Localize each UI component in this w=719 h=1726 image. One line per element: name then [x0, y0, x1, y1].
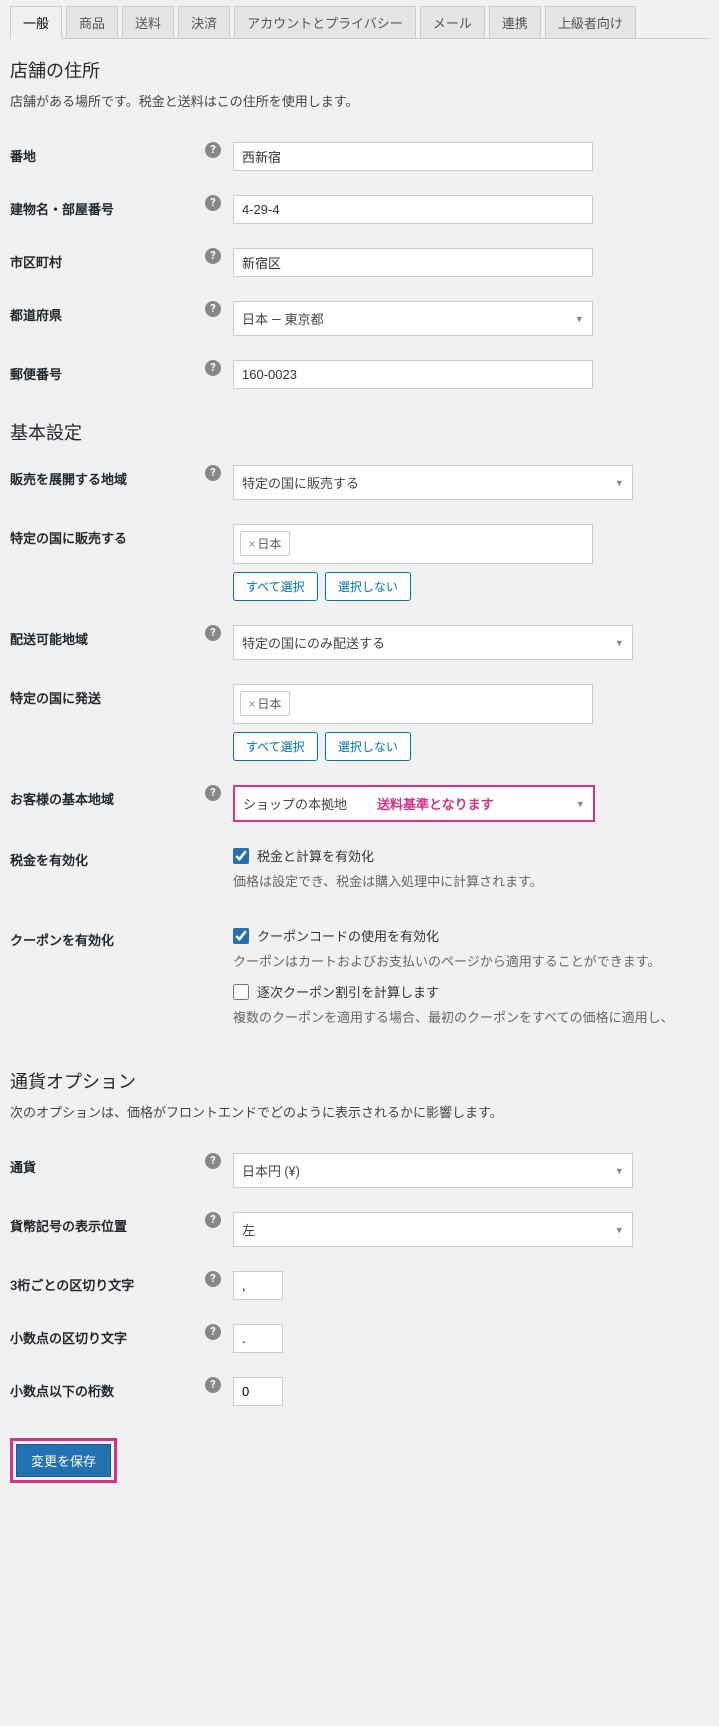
- select-none-button[interactable]: 選択しない: [325, 732, 411, 761]
- help-icon[interactable]: ?: [205, 1324, 221, 1340]
- thousand-separator-input[interactable]: [233, 1271, 283, 1300]
- label-postcode: 郵便番号: [10, 348, 205, 401]
- section-title-general: 基本設定: [10, 419, 709, 445]
- tab-emails[interactable]: メール: [420, 6, 485, 38]
- help-icon[interactable]: ?: [205, 248, 221, 264]
- sell-countries-box[interactable]: ×日本: [233, 524, 593, 564]
- tab-accounts[interactable]: アカウントとプライバシー: [234, 6, 416, 38]
- select-all-button[interactable]: すべて選択: [233, 572, 318, 601]
- ship-countries-box[interactable]: ×日本: [233, 684, 593, 724]
- label-decimal-sep: 小数点の区切り文字: [10, 1312, 205, 1365]
- label-sell-countries: 特定の国に販売する: [10, 512, 205, 613]
- shipping-locations-select[interactable]: 特定の国にのみ配送する: [233, 625, 633, 660]
- label-currency: 通貨: [10, 1141, 205, 1200]
- help-icon[interactable]: ?: [205, 1153, 221, 1169]
- help-icon[interactable]: ?: [205, 301, 221, 317]
- label-num-decimals: 小数点以下の桁数: [10, 1365, 205, 1418]
- coupon-help-text: クーポンはカートおよびお支払いのページから適用することができます。: [233, 951, 709, 970]
- tax-help-text: 価格は設定でき、税金は購入処理中に計算されます。: [233, 871, 709, 890]
- enable-tax-checkbox[interactable]: [233, 848, 249, 864]
- label-state: 都道府県: [10, 289, 205, 348]
- sequential-coupons-checkbox[interactable]: [233, 984, 249, 1000]
- save-button[interactable]: 変更を保存: [16, 1444, 111, 1477]
- address-line2-input[interactable]: [233, 195, 593, 224]
- seq-help-text: 複数のクーポンを適用する場合、最初のクーポンをすべての価格に適用し、: [233, 1007, 709, 1026]
- help-icon[interactable]: ?: [205, 625, 221, 641]
- label-ship-countries: 特定の国に発送: [10, 672, 205, 773]
- address-desc: 店舗がある場所です。税金と送料はこの住所を使用します。: [10, 91, 709, 110]
- selling-locations-select[interactable]: 特定の国に販売する: [233, 465, 633, 500]
- decimal-separator-input[interactable]: [233, 1324, 283, 1353]
- help-icon[interactable]: ?: [205, 360, 221, 376]
- select-all-button[interactable]: すべて選択: [233, 732, 318, 761]
- label-enable-coupons: クーポンを有効化: [10, 914, 205, 1050]
- help-icon[interactable]: ?: [205, 465, 221, 481]
- help-icon[interactable]: ?: [205, 1377, 221, 1393]
- help-icon[interactable]: ?: [205, 142, 221, 158]
- postcode-input[interactable]: [233, 360, 593, 389]
- enable-coupons-label: クーポンコードの使用を有効化: [257, 926, 439, 945]
- help-icon[interactable]: ?: [205, 785, 221, 801]
- tab-products[interactable]: 商品: [66, 6, 118, 38]
- nav-tabs: 一般 商品 送料 決済 アカウントとプライバシー メール 連携 上級者向け: [10, 0, 709, 39]
- annotation-text: 送料基準となります: [377, 794, 494, 813]
- tab-advanced[interactable]: 上級者向け: [545, 6, 636, 38]
- help-icon[interactable]: ?: [205, 1212, 221, 1228]
- tab-integration[interactable]: 連携: [489, 6, 541, 38]
- select-none-button[interactable]: 選択しない: [325, 572, 411, 601]
- label-address1: 番地: [10, 130, 205, 183]
- label-thousand-sep: 3桁ごとの区切り文字: [10, 1259, 205, 1312]
- tab-shipping[interactable]: 送料: [122, 6, 174, 38]
- currency-desc: 次のオプションは、価格がフロントエンドでどのように表示されるかに影響します。: [10, 1102, 709, 1121]
- label-currency-position: 貨幣記号の表示位置: [10, 1200, 205, 1259]
- label-shipping-locations: 配送可能地域: [10, 613, 205, 672]
- enable-coupons-checkbox[interactable]: [233, 928, 249, 944]
- help-icon[interactable]: ?: [205, 195, 221, 211]
- num-decimals-input[interactable]: [233, 1377, 283, 1406]
- help-icon[interactable]: ?: [205, 1271, 221, 1287]
- label-selling-locations: 販売を展開する地域: [10, 453, 205, 512]
- currency-select[interactable]: 日本円 (¥): [233, 1153, 633, 1188]
- label-address2: 建物名・部屋番号: [10, 183, 205, 236]
- tab-payments[interactable]: 決済: [178, 6, 230, 38]
- label-city: 市区町村: [10, 236, 205, 289]
- section-title-currency: 通貨オプション: [10, 1068, 709, 1094]
- label-default-location: お客様の基本地域: [10, 773, 205, 834]
- enable-tax-label: 税金と計算を有効化: [257, 846, 374, 865]
- state-select[interactable]: 日本 — 東京都: [233, 301, 593, 336]
- country-tag[interactable]: ×日本: [240, 691, 290, 716]
- currency-position-select[interactable]: 左: [233, 1212, 633, 1247]
- city-input[interactable]: [233, 248, 593, 277]
- sequential-coupons-label: 逐次クーポン割引を計算します: [257, 982, 439, 1001]
- tab-general[interactable]: 一般: [10, 6, 62, 39]
- remove-tag-icon[interactable]: ×: [249, 697, 255, 711]
- remove-tag-icon[interactable]: ×: [249, 537, 255, 551]
- country-tag[interactable]: ×日本: [240, 531, 290, 556]
- label-enable-tax: 税金を有効化: [10, 834, 205, 914]
- section-title-address: 店舗の住所: [10, 57, 709, 83]
- address-line1-input[interactable]: [233, 142, 593, 171]
- default-location-select[interactable]: ショップの本拠地 送料基準となります: [235, 787, 593, 820]
- default-location-highlight: ショップの本拠地 送料基準となります: [233, 785, 595, 822]
- save-highlight: 変更を保存: [10, 1438, 117, 1483]
